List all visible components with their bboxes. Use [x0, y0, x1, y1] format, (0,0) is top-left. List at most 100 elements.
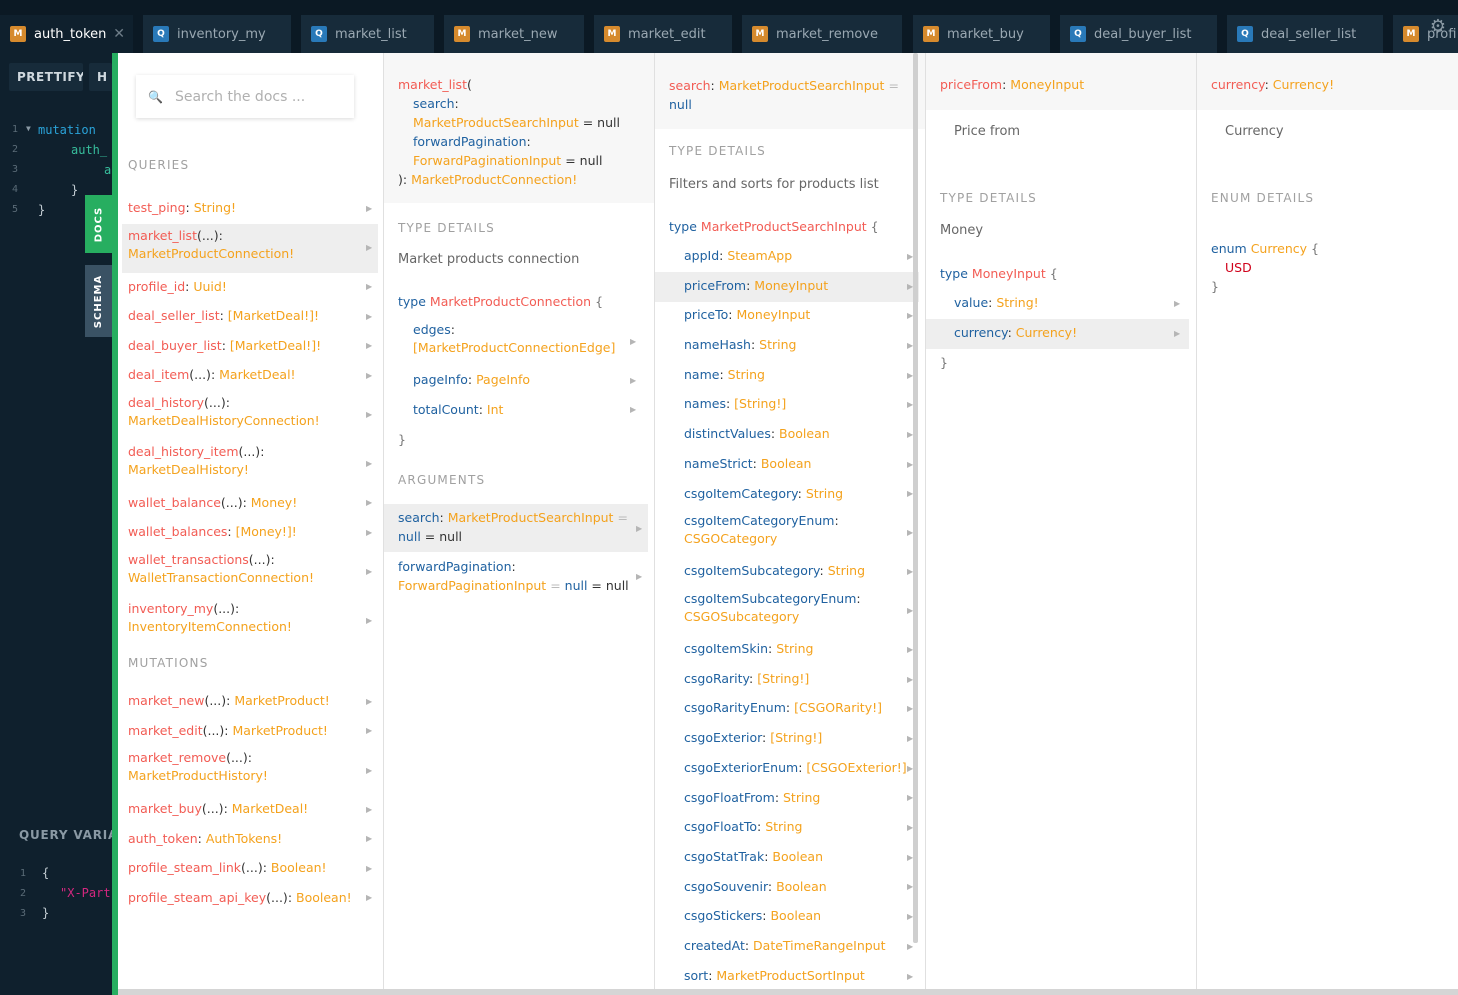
argument-search[interactable]: search: MarketProductSearchInput = null …: [384, 504, 648, 552]
type-field-csgoExterior[interactable]: csgoExterior: [String!]: [655, 724, 919, 754]
chevron-right-icon: ▶: [366, 410, 373, 419]
mutation-field-market-buy[interactable]: market_buy(...): MarketDeal!: [122, 795, 378, 825]
fold-icon[interactable]: ▼: [26, 124, 31, 133]
mutation-field-auth-token[interactable]: auth_token: AuthTokens!: [122, 825, 378, 855]
docs-tab[interactable]: DOCS: [85, 195, 112, 253]
column-scrollbar[interactable]: [913, 53, 918, 943]
docs-search-input[interactable]: 🔍 Search the docs ...: [136, 75, 354, 118]
line-number: 1: [12, 124, 19, 135]
type-field-nameStrict[interactable]: nameStrict: Boolean: [655, 450, 919, 480]
querie-field-wallet-balance[interactable]: wallet_balance(...): Money!: [122, 489, 378, 519]
type-field-csgoItemSkin[interactable]: csgoItemSkin: String: [655, 635, 919, 665]
chevron-right-icon: ▶: [366, 371, 373, 380]
field-header-text: priceFrom: MoneyInput: [940, 77, 1085, 92]
tab-label: deal_buyer_list: [1094, 26, 1192, 42]
tab-label: market_edit: [628, 26, 706, 42]
type-field-distinctValues[interactable]: distinctValues: Boolean: [655, 420, 919, 450]
type-field-totalCount[interactable]: totalCount: Int: [384, 396, 642, 426]
querie-field-market-list[interactable]: market_list(...): MarketProductConnectio…: [122, 224, 378, 273]
prettify-button[interactable]: PRETTIFY: [9, 63, 83, 91]
signature-arg-search[interactable]: search:: [413, 95, 459, 113]
argument-forward-pagination[interactable]: forwardPagination: ForwardPaginationInpu…: [398, 557, 629, 595]
tab-label: auth_token: [34, 26, 107, 42]
mutation-field-profile-steam-link[interactable]: profile_steam_link(...): Boolean!: [122, 854, 378, 884]
type-field-appId[interactable]: appId: SteamApp: [655, 242, 919, 272]
tab-market-new[interactable]: M market_new: [444, 15, 584, 53]
tab-market-buy[interactable]: M market_buy: [913, 15, 1050, 53]
schema-tab[interactable]: SCHEMA: [85, 265, 112, 337]
type-field-sort[interactable]: sort: MarketProductSortInput: [655, 962, 919, 992]
tab-auth-token[interactable]: M auth_token ✕: [0, 15, 133, 53]
type-field-csgoFloatFrom[interactable]: csgoFloatFrom: String: [655, 784, 919, 814]
gear-icon[interactable]: ⚙: [1430, 16, 1446, 37]
query-editor[interactable]: PRETTIFY H 1 ▼ mutation 2 auth_ 3 a 4 } …: [0, 53, 117, 995]
code-line: }: [42, 906, 50, 920]
type-field-csgoItemSubcategoryEnum[interactable]: csgoItemSubcategoryEnum: CSGOSubcategory: [655, 587, 919, 635]
type-field-names[interactable]: names: [String!]: [655, 390, 919, 420]
query-variables-title[interactable]: QUERY VARIA: [19, 828, 118, 842]
type-details-title: TYPE DETAILS: [940, 191, 1037, 205]
querie-field-deal-buyer-list[interactable]: deal_buyer_list: [MarketDeal!]!: [122, 332, 378, 362]
type-field-csgoSouvenir[interactable]: csgoSouvenir: Boolean: [655, 873, 919, 903]
type-field-currency[interactable]: currency: Currency!: [926, 319, 1189, 349]
type-details-title: TYPE DETAILS: [669, 144, 766, 158]
query-badge: Q: [153, 26, 169, 42]
mutation-field-market-remove[interactable]: market_remove(...): MarketProductHistory…: [122, 746, 378, 795]
querie-field-wallet-transactions[interactable]: wallet_transactions(...): WalletTransact…: [122, 548, 378, 597]
type-field-csgoItemSubcategory[interactable]: csgoItemSubcategory: String: [655, 557, 919, 587]
chevron-right-icon: ▶: [366, 805, 373, 814]
type-field-csgoExteriorEnum[interactable]: csgoExteriorEnum: [CSGOExterior!]: [655, 754, 919, 784]
signature-arg-search-type[interactable]: MarketProductSearchInput = null: [413, 114, 620, 132]
tab-market-list[interactable]: Q market_list: [301, 15, 434, 53]
querie-field-deal-seller-list[interactable]: deal_seller_list: [MarketDeal!]!: [122, 302, 378, 332]
type-field-csgoItemCategoryEnum[interactable]: csgoItemCategoryEnum: CSGOCategory: [655, 509, 919, 557]
tab-profile[interactable]: M profi: [1393, 15, 1458, 53]
mutation-field-profile-steam-api-key[interactable]: profile_steam_api_key(...): Boolean!: [122, 884, 378, 914]
type-field-pageInfo[interactable]: pageInfo: PageInfo: [384, 366, 642, 396]
querie-field-deal-history[interactable]: deal_history(...): MarketDealHistoryConn…: [122, 391, 378, 440]
mutation-field-market-new[interactable]: market_new(...): MarketProduct!: [122, 687, 378, 717]
type-field-csgoItemCategory[interactable]: csgoItemCategory: String: [655, 480, 919, 510]
tab-inventory-my[interactable]: Q inventory_my: [143, 15, 291, 53]
history-button[interactable]: H: [89, 63, 112, 91]
type-field-value[interactable]: value: String!: [954, 294, 1039, 312]
mutation-field-market-edit[interactable]: market_edit(...): MarketProduct!: [122, 717, 378, 747]
type-field-csgoStatTrak[interactable]: csgoStatTrak: Boolean: [655, 843, 919, 873]
type-field-csgoRarityEnum[interactable]: csgoRarityEnum: [CSGORarity!]: [655, 694, 919, 724]
field-currency-column: currency: Currency! Currency ENUM DETAIL…: [1197, 53, 1458, 995]
tab-market-edit[interactable]: M market_edit: [594, 15, 732, 53]
line-number: 5: [12, 204, 19, 215]
close-icon[interactable]: ✕: [113, 26, 125, 42]
querie-field-test-ping[interactable]: test_ping: String!: [122, 194, 378, 224]
type-close-brace: }: [940, 355, 948, 370]
type-field-priceTo[interactable]: priceTo: MoneyInput: [655, 301, 919, 331]
querie-field-deal-history-item[interactable]: deal_history_item(...): MarketDealHistor…: [122, 440, 378, 489]
type-field-createdAt[interactable]: createdAt: DateTimeRangeInput: [655, 932, 919, 962]
querie-field-wallet-balances[interactable]: wallet_balances: [Money!]!: [122, 518, 378, 548]
type-field-nameHash[interactable]: nameHash: String: [655, 331, 919, 361]
arg-header-text: search: MarketProductSearchInput = null: [669, 78, 899, 112]
query-badge: Q: [1070, 26, 1086, 42]
type-field-priceFrom[interactable]: priceFrom: MoneyInput: [655, 272, 919, 302]
type-field-csgoRarity[interactable]: csgoRarity: [String!]: [655, 665, 919, 695]
tab-deal-buyer-list[interactable]: Q deal_buyer_list: [1060, 15, 1217, 53]
querie-field-deal-item[interactable]: deal_item(...): MarketDeal!: [122, 361, 378, 391]
chevron-right-icon: ▶: [907, 972, 914, 981]
signature-arg-forward-pagination-type[interactable]: ForwardPaginationInput = null: [413, 152, 602, 170]
signature-arg-forward-pagination[interactable]: forwardPagination:: [413, 133, 531, 151]
type-field-edges[interactable]: edges: [MarketProductConnectionEdge]: [384, 318, 642, 366]
type-declaration: type MarketProductConnection {: [398, 294, 604, 309]
signature-return[interactable]: ): MarketProductConnection!: [398, 171, 577, 189]
chevron-right-icon: ▶: [366, 864, 373, 873]
variables-code[interactable]: 1 { 2 "X-Part 3 }: [0, 866, 112, 926]
chevron-right-icon: ▶: [366, 766, 373, 775]
tab-deal-seller-list[interactable]: Q deal_seller_list: [1227, 15, 1383, 53]
type-field-csgoFloatTo[interactable]: csgoFloatTo: String: [655, 813, 919, 843]
querie-field-inventory-my[interactable]: inventory_my(...): InventoryItemConnecti…: [122, 597, 378, 646]
docs-horizontal-scrollbar[interactable]: [118, 989, 1458, 995]
code-line: mutation: [38, 123, 96, 137]
type-field-csgoStickers[interactable]: csgoStickers: Boolean: [655, 902, 919, 932]
type-field-name[interactable]: name: String: [655, 361, 919, 391]
tab-market-remove[interactable]: M market_remove: [742, 15, 902, 53]
querie-field-profile-id[interactable]: profile_id: Uuid!: [122, 273, 378, 303]
